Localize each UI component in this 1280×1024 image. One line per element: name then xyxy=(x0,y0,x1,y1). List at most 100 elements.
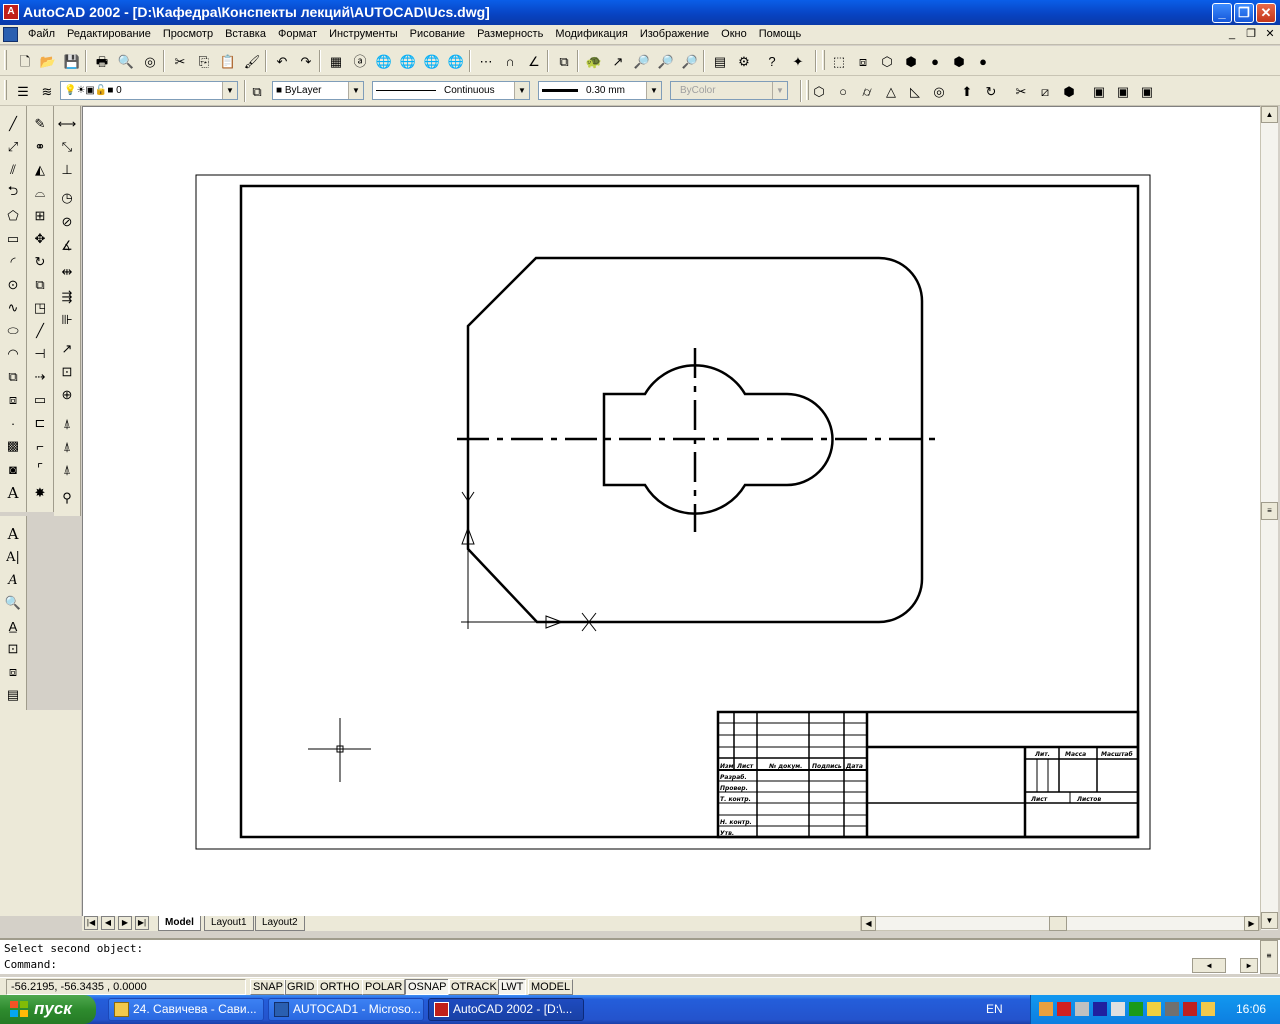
start-button[interactable]: пуск xyxy=(0,995,96,1024)
internet-icon[interactable]: 🌐 xyxy=(447,52,465,70)
menu-format[interactable]: Формат xyxy=(272,28,323,40)
ellipse-arc-icon[interactable]: ◠ xyxy=(3,344,23,364)
menu-draw[interactable]: Рисование xyxy=(404,28,471,40)
edit-text-icon[interactable]: A xyxy=(3,570,23,590)
menu-window[interactable]: Окно xyxy=(715,28,753,40)
restore-button[interactable]: ❐ xyxy=(1234,3,1254,23)
mtext-icon[interactable]: A xyxy=(3,483,23,503)
menu-tools[interactable]: Инструменты xyxy=(323,28,404,40)
drawing-area[interactable]: Изм Лист № докум. Подпись Дата Разраб. П… xyxy=(82,106,1260,916)
doc-minimize-button[interactable]: _ xyxy=(1224,27,1240,42)
revolve-icon[interactable]: ↻ xyxy=(982,82,1000,100)
scale-text-icon[interactable]: ⊡ xyxy=(3,639,23,659)
menu-insert[interactable]: Вставка xyxy=(219,28,272,40)
security-tray-icon[interactable] xyxy=(1129,1002,1143,1016)
line-icon[interactable]: ╱ xyxy=(3,114,23,134)
grid-toggle[interactable]: GRID xyxy=(284,979,318,995)
setup-view-icon[interactable]: ▣ xyxy=(1114,82,1132,100)
circle-icon[interactable]: ⊙ xyxy=(3,275,23,295)
chevron-down-icon[interactable]: ▼ xyxy=(348,82,363,99)
move-icon[interactable]: ✥ xyxy=(30,229,50,249)
toolbar-grip[interactable] xyxy=(4,50,7,70)
shaded-box-icon[interactable]: ⬢ xyxy=(902,52,920,70)
fillet-icon[interactable]: ⌜ xyxy=(30,459,50,479)
aligned-dimension-icon[interactable]: ⤡ xyxy=(57,137,77,157)
find-replace-icon[interactable]: 🔍 xyxy=(3,593,23,613)
properties-icon[interactable]: ▤ xyxy=(711,52,729,70)
print-preview-icon[interactable]: 🔍 xyxy=(117,52,135,70)
keyboard-tray-icon[interactable] xyxy=(1111,1002,1125,1016)
autocad-icon[interactable]: A xyxy=(3,4,19,20)
pan-icon[interactable]: 🐢 xyxy=(585,52,603,70)
cut-icon[interactable]: ✂ xyxy=(171,52,189,70)
layer-dropdown[interactable]: 💡☀▣🔓■ 0 ▼ xyxy=(60,81,238,100)
publish-web-icon[interactable]: 🌐 xyxy=(423,52,441,70)
prev-tab-button[interactable]: ◀ xyxy=(101,916,115,930)
sphere-icon[interactable]: ○ xyxy=(834,82,852,100)
stretch-icon[interactable]: ◳ xyxy=(30,298,50,318)
setup-drawing-icon[interactable]: ▣ xyxy=(1090,82,1108,100)
next-tab-button[interactable]: ▶ xyxy=(118,916,132,930)
cmd-scroll-right[interactable]: ▶ xyxy=(1240,958,1258,973)
setup-profile-icon[interactable]: ▣ xyxy=(1138,82,1156,100)
radius-dimension-icon[interactable]: ◷ xyxy=(57,188,77,208)
polygon-icon[interactable]: ⬠ xyxy=(3,206,23,226)
torus-icon[interactable]: ◎ xyxy=(930,82,948,100)
dimension-edit-icon[interactable]: ⍋ xyxy=(57,414,77,434)
layer-manager-icon[interactable]: ☰ xyxy=(14,82,32,100)
command-prompt[interactable]: Command: xyxy=(4,958,57,971)
multiline-text-icon[interactable]: A xyxy=(3,524,23,544)
taskbar-item-word[interactable]: AUTOCAD1 - Microso... xyxy=(268,998,424,1021)
ortho-toggle[interactable]: ORTHO xyxy=(317,979,363,995)
scroll-down-button[interactable]: ▼ xyxy=(1261,912,1278,929)
quick-dimension-icon[interactable]: ⇹ xyxy=(57,262,77,282)
tolerance-icon[interactable]: ⊡ xyxy=(57,362,77,382)
chevron-down-icon[interactable]: ▼ xyxy=(646,82,661,99)
cmd-scroll-left[interactable]: ◀ xyxy=(1192,958,1226,973)
diameter-dimension-icon[interactable]: ⊘ xyxy=(57,212,77,232)
arc-icon[interactable]: ◜ xyxy=(3,252,23,272)
ordinate-dimension-icon[interactable]: ⊥ xyxy=(57,160,77,180)
multiline-icon[interactable]: ⫽ xyxy=(3,160,23,180)
redo-icon[interactable]: ↷ xyxy=(297,52,315,70)
point-icon[interactable]: · xyxy=(3,413,23,433)
otrack-toggle[interactable]: OTRACK xyxy=(448,979,500,995)
chevron-down-icon[interactable]: ▼ xyxy=(514,82,529,99)
zoom-extents-icon[interactable]: 🔎 xyxy=(681,52,699,70)
region-icon[interactable]: ◙ xyxy=(3,459,23,479)
snap-toggle[interactable]: SNAP xyxy=(250,979,286,995)
zoom-window-icon[interactable]: 🔎 xyxy=(633,52,651,70)
web-icon[interactable]: 🌐 xyxy=(375,52,393,70)
dimension-update-icon[interactable]: ⍋ xyxy=(57,460,77,480)
explode-icon[interactable]: ✸ xyxy=(30,483,50,503)
folder-tray-icon[interactable] xyxy=(1039,1002,1053,1016)
polyline-icon[interactable]: ⮌ xyxy=(3,183,23,203)
construction-line-icon[interactable]: ⤢ xyxy=(3,137,23,157)
dimension-text-edit-icon[interactable]: ⍋ xyxy=(57,437,77,457)
gouraud-icon[interactable]: ⬢ xyxy=(950,52,968,70)
erase-icon[interactable]: ✎ xyxy=(30,114,50,134)
osnap-toggle[interactable]: OSNAP xyxy=(405,979,450,995)
osnap-icon[interactable]: ∩ xyxy=(501,52,519,70)
open-file-icon[interactable]: 📂 xyxy=(39,52,57,70)
layer-previous-icon[interactable]: ≋ xyxy=(38,82,56,100)
tab-model[interactable]: Model xyxy=(158,916,201,931)
linear-dimension-icon[interactable]: ⟷ xyxy=(57,114,77,134)
wedge-icon[interactable]: ◺ xyxy=(906,82,924,100)
help-icon[interactable]: ? xyxy=(763,52,781,70)
ellipse-icon[interactable]: ⬭ xyxy=(3,321,23,341)
slice-icon[interactable]: ✂ xyxy=(1012,82,1030,100)
angular-dimension-icon[interactable]: ∡ xyxy=(57,236,77,256)
polar-toggle[interactable]: POLAR xyxy=(362,979,406,995)
toolbar-grip[interactable] xyxy=(822,50,825,70)
lwt-toggle[interactable]: LWT xyxy=(498,979,527,995)
design-tools-icon[interactable]: ⚙ xyxy=(735,52,753,70)
network-tray-icon[interactable] xyxy=(1075,1002,1089,1016)
last-tab-button[interactable]: ▶| xyxy=(135,916,149,930)
chamfer-icon[interactable]: ⌐ xyxy=(30,436,50,456)
h-scroll-thumb[interactable] xyxy=(1049,916,1067,931)
make-block-icon[interactable]: ⧈ xyxy=(3,390,23,410)
extend-icon[interactable]: ⇢ xyxy=(30,367,50,387)
ucs-icon[interactable]: ∠ xyxy=(525,52,543,70)
extrude-icon[interactable]: ⬆ xyxy=(958,82,976,100)
